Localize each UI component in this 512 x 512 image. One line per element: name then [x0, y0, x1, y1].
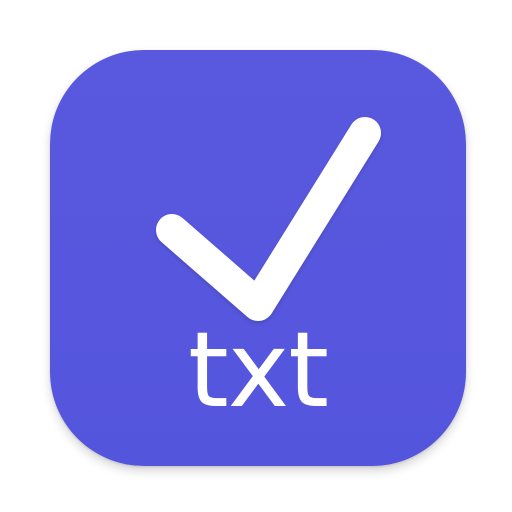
icon-label: txt — [187, 309, 329, 431]
app-icon[interactable]: txt — [50, 50, 466, 466]
icon-canvas: txt — [0, 0, 512, 512]
